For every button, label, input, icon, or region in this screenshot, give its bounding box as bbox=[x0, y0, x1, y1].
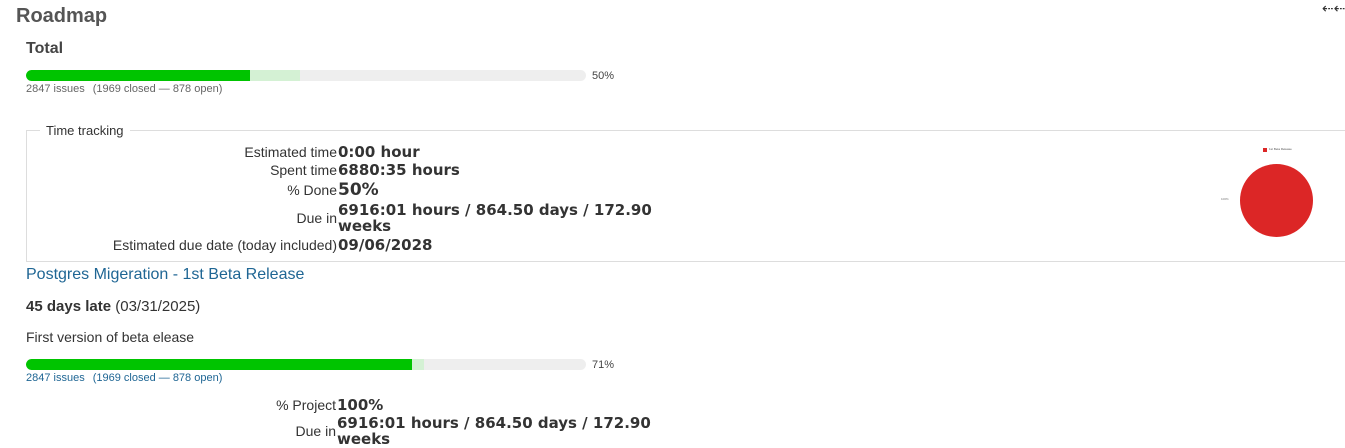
pie-legend-swatch bbox=[1263, 148, 1267, 152]
version-due-date: (03/31/2025) bbox=[115, 298, 201, 315]
version-issues-link[interactable]: 2847 issues bbox=[26, 372, 85, 384]
version-late-line: 45 days late (03/31/2025) bbox=[26, 298, 200, 316]
total-heading: Total bbox=[26, 40, 64, 57]
time-tracking-legend: Time tracking bbox=[40, 123, 130, 139]
estimated-due-date-value: 09/06/2028 bbox=[338, 236, 433, 254]
version-percent: 71% bbox=[592, 359, 615, 371]
version-due-in-value: 6916:01 hours / 864.50 days / 172.90 wee… bbox=[337, 414, 651, 448]
version-description: First version of beta elease bbox=[26, 329, 195, 345]
page-title: Roadmap bbox=[16, 5, 108, 27]
pie-legend-label: 1st Beta Release bbox=[1269, 147, 1292, 151]
estimated-time-label: Estimated time bbox=[244, 144, 337, 160]
spent-time-label: Spent time bbox=[270, 162, 337, 178]
total-issues-summary: 2847 issues (1969 closed — 878 open) bbox=[26, 83, 222, 95]
percent-project-value: 100% bbox=[337, 396, 384, 414]
version-due-in-label: Due in bbox=[295, 423, 336, 439]
pie-chart bbox=[1240, 164, 1313, 237]
total-issues-count: 2847 issues bbox=[26, 83, 85, 95]
percent-project-label: % Project bbox=[276, 397, 336, 413]
due-in-value: 6916:01 hours / 864.50 days / 172.90 wee… bbox=[338, 201, 652, 235]
version-closed-open-link[interactable]: (1969 closed — 878 open) bbox=[93, 372, 223, 384]
percent-done-value: 50% bbox=[338, 180, 379, 200]
back-arrow-icon[interactable]: ⇠⇠ bbox=[1322, 0, 1345, 16]
estimated-time-value: 0:00 hour bbox=[338, 143, 420, 161]
spent-time-value: 6880:35 hours bbox=[338, 161, 460, 179]
version-progress-done bbox=[26, 359, 413, 370]
percent-done-label: % Done bbox=[287, 182, 337, 198]
version-late-label: 45 days late bbox=[26, 298, 112, 315]
due-in-label: Due in bbox=[296, 210, 337, 226]
total-percent: 50% bbox=[592, 70, 615, 82]
pie-slice-label: 100% bbox=[1221, 197, 1229, 201]
total-closed-open: (1969 closed — 878 open) bbox=[92, 83, 223, 95]
estimated-due-date-label: Estimated due date (today included) bbox=[112, 237, 337, 253]
version-progress-bar bbox=[26, 359, 586, 370]
total-progress-done bbox=[26, 70, 250, 81]
version-issues-summary: 2847 issues (1969 closed — 878 open) bbox=[26, 372, 222, 384]
version-link[interactable]: Postgres Migeration - 1st Beta Release bbox=[26, 265, 304, 285]
total-progress-bar bbox=[26, 70, 586, 81]
